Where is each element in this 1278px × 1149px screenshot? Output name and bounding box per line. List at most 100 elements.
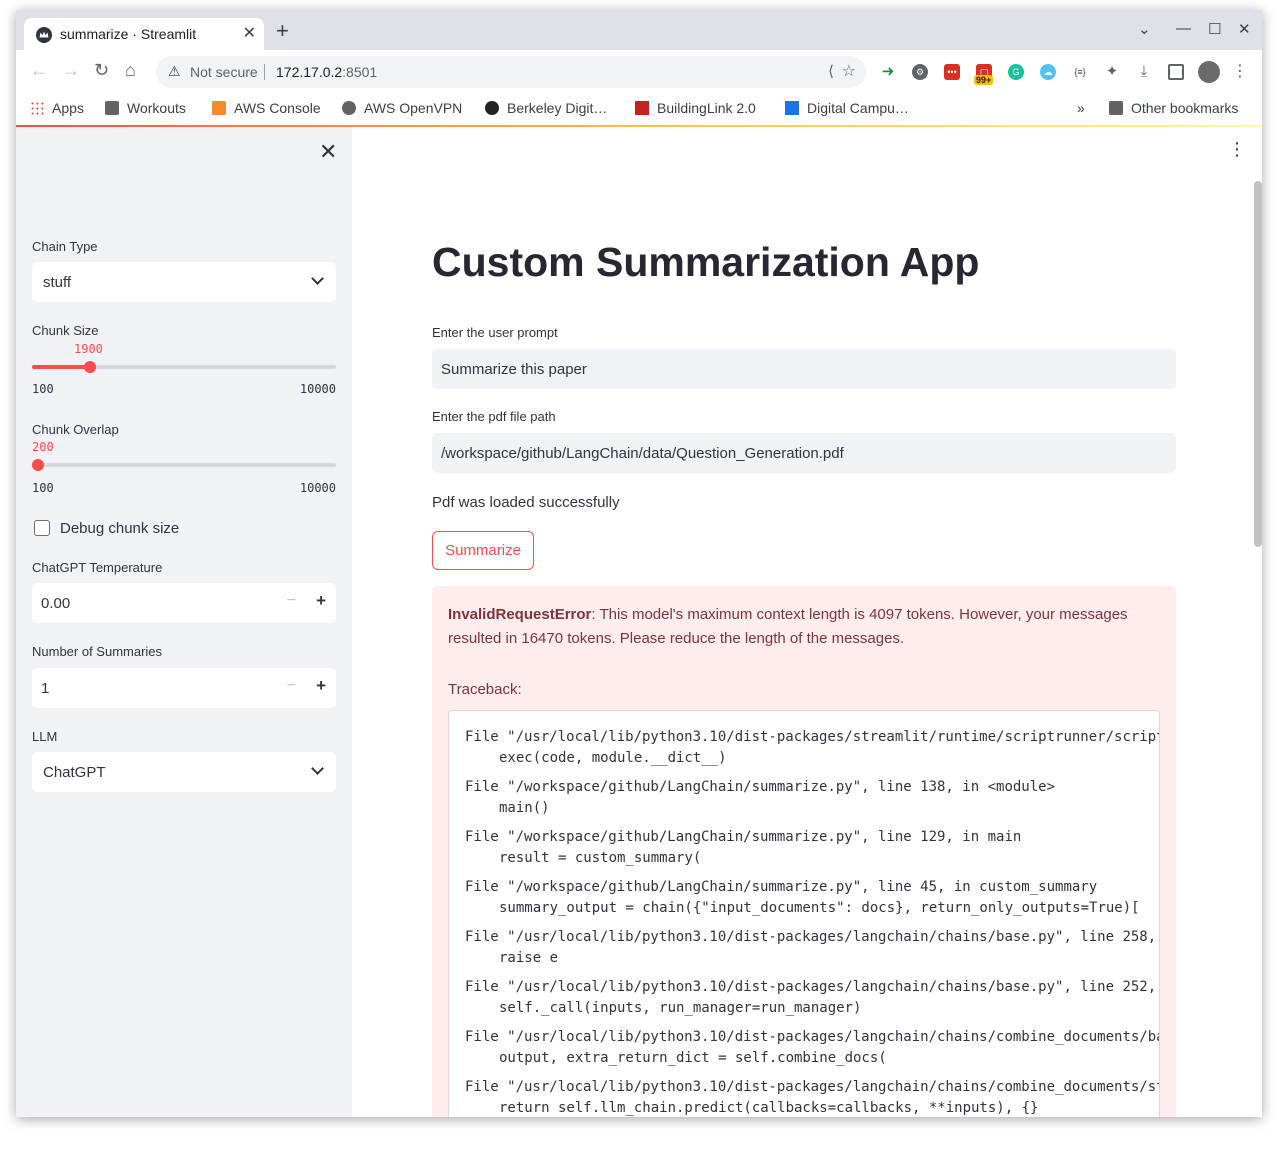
pdf-path-input[interactable]: /workspace/github/LangChain/data/Questio… bbox=[432, 433, 1176, 473]
bookmark-aws-console[interactable]: AWS Console bbox=[212, 100, 321, 116]
chunk-overlap-value: 200 bbox=[32, 440, 54, 454]
warning-icon[interactable]: ⚠ bbox=[168, 63, 181, 80]
bookmarks-bar: Apps Workouts AWS Console AWS OpenVPN Be… bbox=[16, 94, 1262, 126]
user-prompt-value: Summarize this paper bbox=[441, 361, 587, 378]
temperature-decrement-button[interactable]: − bbox=[287, 592, 296, 610]
num-summaries-input[interactable]: 1 − + bbox=[32, 668, 336, 708]
json-viewer-icon[interactable]: {≡} bbox=[1072, 64, 1088, 80]
cloud-icon[interactable]: ☁ bbox=[1040, 64, 1056, 80]
chunk-size-value: 1900 bbox=[74, 342, 103, 356]
llm-value: ChatGPT bbox=[43, 764, 106, 781]
browser-toolbar: ← → ↻ ⌂ ⚠ Not secure 172.17.0.2:8501 ⟨ ☆… bbox=[16, 50, 1262, 94]
llm-select[interactable]: ChatGPT bbox=[32, 752, 336, 792]
reload-icon[interactable]: ↻ bbox=[94, 60, 109, 81]
debug-chunk-size-label[interactable]: Debug chunk size bbox=[60, 520, 179, 537]
main-content: ⋮ Custom Summarization App Enter the use… bbox=[352, 127, 1262, 1117]
chunk-overlap-max: 10000 bbox=[299, 481, 336, 495]
pdf-path-value: /workspace/github/LangChain/data/Questio… bbox=[441, 445, 844, 462]
extension-arrow-icon[interactable]: ➜ bbox=[880, 64, 896, 80]
chunk-size-slider[interactable]: 1900 bbox=[32, 342, 336, 373]
streamlit-crown-icon bbox=[36, 27, 52, 43]
back-icon[interactable]: ← bbox=[30, 60, 48, 81]
bookmark-berkeley[interactable]: Berkeley Digit… bbox=[485, 100, 607, 116]
tab-title: summarize · Streamlit bbox=[60, 26, 197, 42]
bookmark-workouts[interactable]: Workouts bbox=[105, 100, 186, 116]
berkeley-icon bbox=[485, 101, 499, 115]
address-bar[interactable]: ⚠ Not secure 172.17.0.2:8501 ⟨ ☆ bbox=[156, 56, 866, 88]
error-box: InvalidRequestError: This model's maximu… bbox=[432, 586, 1176, 1117]
chain-type-select[interactable]: stuff bbox=[32, 262, 336, 302]
side-panel-icon[interactable] bbox=[1168, 64, 1184, 80]
page-title: Custom Summarization App bbox=[432, 239, 980, 285]
bookmark-apps[interactable]: Apps bbox=[30, 100, 84, 116]
extensions-puzzle-icon[interactable]: ✦ bbox=[1104, 64, 1120, 80]
bookmark-buildinglink[interactable]: BuildingLink 2.0 bbox=[635, 100, 756, 116]
temperature-input[interactable]: 0.00 − + bbox=[32, 583, 336, 623]
browser-menu-icon[interactable]: ⋮ bbox=[1232, 64, 1248, 80]
chunk-overlap-label: Chunk Overlap bbox=[32, 422, 119, 437]
window-close-icon[interactable]: ✕ bbox=[1238, 20, 1251, 38]
forward-icon[interactable]: → bbox=[62, 60, 80, 81]
profile-avatar[interactable] bbox=[1198, 61, 1220, 83]
chain-type-value: stuff bbox=[43, 274, 72, 291]
num-summaries-decrement-button[interactable]: − bbox=[287, 677, 296, 695]
temperature-value[interactable]: 0.00 bbox=[41, 595, 70, 612]
extension-dots-icon[interactable]: ••• bbox=[944, 64, 960, 80]
bookmark-digital-campus[interactable]: Digital Campu… bbox=[785, 100, 909, 116]
summarize-button[interactable]: Summarize bbox=[432, 531, 534, 570]
num-summaries-value[interactable]: 1 bbox=[41, 680, 49, 697]
temperature-increment-button[interactable]: + bbox=[316, 591, 326, 611]
tab-list-icon[interactable]: ⌄ bbox=[1138, 20, 1151, 38]
scrollbar[interactable] bbox=[1254, 181, 1262, 547]
chunk-overlap-thumb[interactable] bbox=[32, 459, 44, 471]
num-summaries-label: Number of Summaries bbox=[32, 644, 163, 659]
chunk-overlap-slider[interactable]: 200 bbox=[32, 440, 336, 471]
share-icon[interactable]: ⟨ bbox=[828, 62, 834, 80]
bookmark-aws-openvpn[interactable]: AWS OpenVPN bbox=[342, 100, 462, 116]
extension-badge: 99+ bbox=[974, 75, 994, 85]
tab-strip: summarize · Streamlit ✕ + ⌄ — ☐ ✕ bbox=[16, 10, 1262, 50]
traceback-box[interactable]: File "/usr/local/lib/python3.10/dist-pac… bbox=[448, 710, 1160, 1117]
buildinglink-icon bbox=[635, 101, 649, 115]
url-text[interactable]: 172.17.0.2:8501 bbox=[276, 64, 377, 80]
sidebar-close-icon[interactable]: ✕ bbox=[319, 139, 337, 165]
folder-icon bbox=[105, 101, 119, 115]
chevron-down-icon bbox=[311, 762, 324, 775]
chain-type-label: Chain Type bbox=[32, 239, 98, 254]
other-bookmarks[interactable]: Other bookmarks bbox=[1109, 100, 1238, 116]
chunk-overlap-min: 100 bbox=[32, 481, 54, 495]
traceback-frame: File "/usr/local/lib/python3.10/dist-pac… bbox=[465, 929, 1157, 966]
tab-close-icon[interactable]: ✕ bbox=[243, 23, 256, 43]
minimize-icon[interactable]: — bbox=[1176, 20, 1191, 37]
home-icon[interactable]: ⌂ bbox=[125, 60, 136, 81]
traceback-frame: File "/usr/local/lib/python3.10/dist-pac… bbox=[465, 1029, 1160, 1066]
tab-summarize[interactable]: summarize · Streamlit ✕ bbox=[24, 18, 264, 50]
chunk-size-thumb[interactable] bbox=[84, 361, 96, 373]
download-icon[interactable]: ⤓ bbox=[1136, 64, 1152, 80]
debug-chunk-size-checkbox[interactable] bbox=[34, 520, 50, 536]
new-tab-button[interactable]: + bbox=[276, 20, 289, 42]
bookmarks-overflow-icon[interactable]: » bbox=[1077, 100, 1085, 116]
chunk-size-max: 10000 bbox=[299, 382, 336, 396]
num-summaries-increment-button[interactable]: + bbox=[316, 676, 326, 696]
extension-gear-icon[interactable]: ⚙ bbox=[912, 64, 928, 80]
security-label[interactable]: Not secure bbox=[190, 64, 258, 80]
omnibox-divider bbox=[264, 64, 265, 80]
llm-label: LLM bbox=[32, 729, 58, 744]
chunk-size-fill bbox=[32, 365, 90, 369]
grammarly-icon[interactable]: G bbox=[1008, 64, 1024, 80]
user-prompt-input[interactable]: Summarize this paper bbox=[432, 349, 1176, 389]
bookmark-star-icon[interactable]: ☆ bbox=[842, 61, 856, 81]
maximize-icon[interactable]: ☐ bbox=[1208, 20, 1221, 38]
app-menu-icon[interactable]: ⋮ bbox=[1228, 139, 1246, 160]
traceback-label: Traceback: bbox=[448, 681, 522, 698]
sidebar: ✕ Chain Type stuff Chunk Size 1900 100 1… bbox=[16, 127, 352, 1117]
traceback-frame: File "/usr/local/lib/python3.10/dist-pac… bbox=[465, 1079, 1160, 1116]
chevron-down-icon bbox=[311, 272, 324, 285]
chunk-size-min: 100 bbox=[32, 382, 54, 396]
traceback-frame: File "/workspace/github/LangChain/summar… bbox=[465, 879, 1140, 916]
traceback-frame: File "/workspace/github/LangChain/summar… bbox=[465, 779, 1056, 816]
traceback-frame: File "/usr/local/lib/python3.10/dist-pac… bbox=[465, 979, 1157, 1016]
error-message: InvalidRequestError: This model's maximu… bbox=[448, 606, 1128, 647]
globe-icon bbox=[342, 101, 356, 115]
